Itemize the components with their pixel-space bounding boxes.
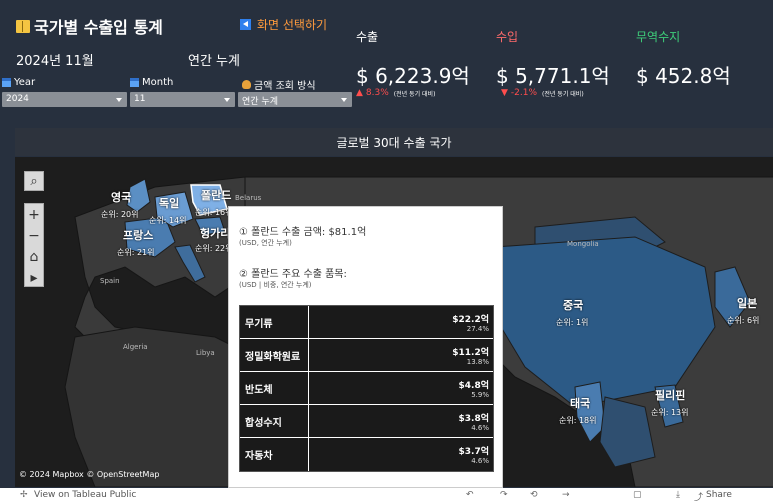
redo-icon[interactable]: ↷ xyxy=(500,490,508,500)
page-title: 국가별 수출입 통계 xyxy=(16,14,163,38)
tableau-icon: ✢ xyxy=(20,490,28,500)
play-icon[interactable]: ▸ xyxy=(25,267,43,288)
table-row: 무기류 $22.2억 27.4% xyxy=(240,306,493,339)
table-row: 합성수지 $3.8억 4.6% xyxy=(240,405,493,438)
export-label: 수출 xyxy=(356,30,379,44)
month-select[interactable]: 11 xyxy=(130,92,235,107)
country-label-thailand: 태국 xyxy=(570,397,591,410)
base-label-libya: Libya xyxy=(196,349,215,357)
tooltip-items-note: (USD | 비중, 연간 누계) xyxy=(239,281,312,289)
base-label-spain: Spain xyxy=(100,277,120,285)
country-rank-philippines: 순위: 13위 xyxy=(651,408,689,417)
forward-icon[interactable]: → xyxy=(562,490,570,500)
table-row: 정밀화학원료 $11.2억 13.8% xyxy=(240,339,493,372)
country-rank-germany: 순위: 14위 xyxy=(149,216,187,225)
book-icon xyxy=(16,19,30,33)
zoom-in-button[interactable]: + xyxy=(25,204,43,225)
arrow-up-icon: ▲ xyxy=(356,88,363,98)
import-label: 수입 xyxy=(496,30,519,44)
calendar-icon xyxy=(130,78,139,87)
country-label-japan: 일본 xyxy=(737,297,758,310)
footer-toolbar: ✢ View on Tableau Public ↶ ↷ ⟲ → ▢ ⤓ ⤴ S… xyxy=(0,488,773,502)
country-rank-thailand: 순위: 18위 xyxy=(559,416,597,425)
country-rank-poland: 순위: 16위 xyxy=(195,208,233,217)
country-rank-china: 순위: 1위 xyxy=(556,318,589,327)
download-icon[interactable]: ⤓ xyxy=(676,490,680,500)
table-row: 자동차 $3.7억 4.6% xyxy=(240,438,493,471)
map-attribution: © 2024 Mapbox © OpenStreetMap xyxy=(19,470,160,479)
base-label-belarus: Belarus xyxy=(235,194,262,202)
mode-label: 연간 누계 xyxy=(188,54,240,69)
share-button[interactable]: Share xyxy=(706,490,732,500)
map-search-button[interactable]: ⌕ xyxy=(24,171,44,191)
table-row: 반도체 $4.8억 5.9% xyxy=(240,372,493,405)
fullscreen-icon[interactable]: ▢ xyxy=(633,490,642,500)
tooltip-export-amount-note: (USD, 연간 누계) xyxy=(239,239,292,247)
dashboard: 국가별 수출입 통계 화면 선택하기 2024년 11월 연간 누계 Year … xyxy=(0,0,773,488)
country-rank-japan: 순위: 6위 xyxy=(727,316,760,325)
export-change: ▲ 8.3% (전년 동기 대비) xyxy=(356,88,436,98)
country-label-uk: 영국 xyxy=(111,191,132,204)
country-label-germany: 독일 xyxy=(159,197,180,210)
balance-value: $ 452.8억 xyxy=(636,64,731,88)
chevron-down-icon xyxy=(116,98,122,102)
chevron-down-icon xyxy=(224,98,230,102)
base-label-mongolia: Mongolia xyxy=(567,240,599,248)
tooltip-items-table: 무기류 $22.2억 27.4% 정밀화학원료 $11.2억 13.8% 반도체… xyxy=(239,305,494,472)
import-change: ▼ -2.1% (전년 동기 대비) xyxy=(501,88,584,98)
map-title: 글로벌 30대 수출 국가 xyxy=(15,128,773,156)
search-icon: ⌕ xyxy=(30,173,38,189)
page-title-text: 국가별 수출입 통계 xyxy=(34,18,163,37)
map-controls: + − ⌂ ▸ xyxy=(24,203,44,287)
method-select[interactable]: 연간 누계 xyxy=(238,92,352,107)
home-icon[interactable]: ⌂ xyxy=(25,246,43,267)
arrow-down-icon: ▼ xyxy=(501,88,508,98)
chevron-down-icon xyxy=(341,98,347,102)
import-value: $ 5,771.1억 xyxy=(496,64,610,88)
year-select[interactable]: 2024 xyxy=(2,92,127,107)
method-filter-label: 금액 조회 방식 xyxy=(242,77,316,92)
country-rank-france: 순위: 21위 xyxy=(117,248,155,257)
country-rank-uk: 순위: 20위 xyxy=(101,210,139,219)
country-rank-hungary: 순위: 22위 xyxy=(195,244,233,253)
base-label-algeria: Algeria xyxy=(123,343,148,351)
landmass-africa xyxy=(64,326,256,487)
play-icon xyxy=(240,19,251,30)
country-label-china: 중국 xyxy=(563,299,584,312)
country-label-hungary: 헝가리 xyxy=(200,227,231,240)
share-icon[interactable]: ⤴ xyxy=(694,490,703,502)
view-on-tableau-link[interactable]: View on Tableau Public xyxy=(34,490,136,500)
date-label: 2024년 11월 xyxy=(16,54,94,69)
balance-label: 무역수지 xyxy=(636,30,681,44)
undo-icon[interactable]: ↶ xyxy=(466,490,474,500)
zoom-out-button[interactable]: − xyxy=(25,225,43,246)
tooltip: ① 폴란드 수출 금액: $81.1억 (USD, 연간 누계) ② 폴란드 주… xyxy=(228,206,503,488)
month-filter-label: Month xyxy=(130,77,173,88)
tooltip-export-amount: ① 폴란드 수출 금액: $81.1억 xyxy=(239,227,367,238)
screen-select-button[interactable]: 화면 선택하기 xyxy=(240,16,327,33)
revert-icon[interactable]: ⟲ xyxy=(530,490,538,500)
country-label-philippines: 필리핀 xyxy=(655,389,686,402)
money-bag-icon xyxy=(242,80,251,89)
country-label-france: 프랑스 xyxy=(123,229,154,242)
calendar-icon xyxy=(2,78,11,87)
tooltip-items-title: ② 폴란드 주요 수출 품목: xyxy=(239,269,347,280)
export-value: $ 6,223.9억 xyxy=(356,64,470,88)
year-filter-label: Year xyxy=(2,77,35,88)
screen-select-label: 화면 선택하기 xyxy=(257,18,328,32)
country-label-poland: 폴란드 xyxy=(201,189,232,202)
